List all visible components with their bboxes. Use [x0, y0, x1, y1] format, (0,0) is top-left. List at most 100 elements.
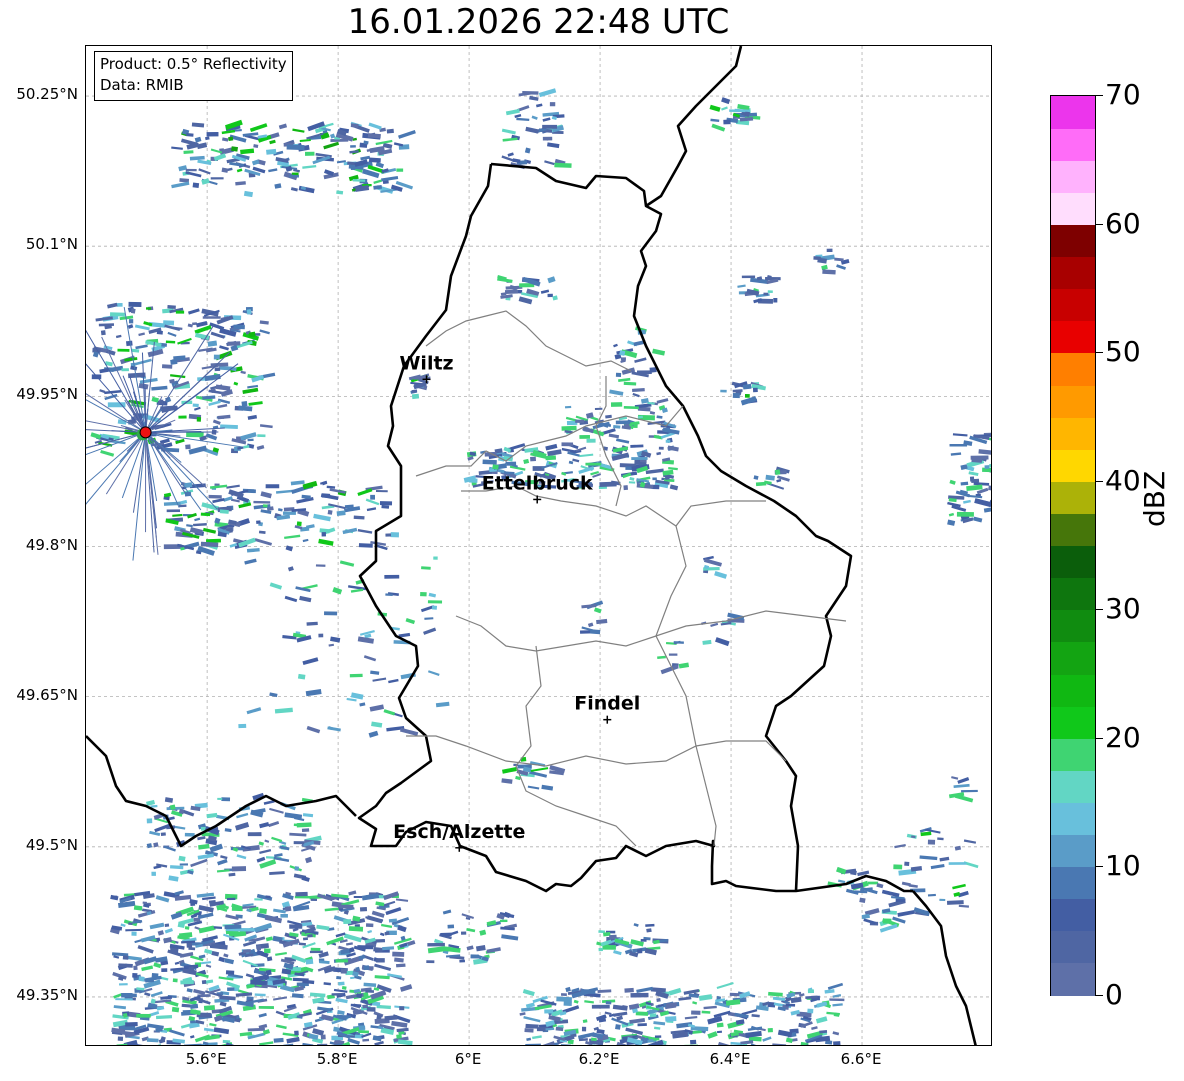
- echo-cell: [613, 425, 621, 429]
- echo-cell: [329, 488, 346, 494]
- colorbar-tick-label: 70: [1105, 78, 1141, 111]
- echo-cell: [646, 928, 652, 933]
- echo-cell: [525, 1023, 539, 1029]
- colorbar-segment: [1051, 417, 1095, 450]
- colorbar-segment: [1051, 898, 1095, 932]
- echo-cell: [175, 438, 185, 445]
- echo-cell: [216, 869, 230, 873]
- echo-cell: [586, 438, 596, 443]
- echo-cell: [768, 991, 783, 997]
- echo-cell: [258, 530, 266, 534]
- echo-cell: [350, 145, 356, 148]
- echo-cell: [552, 295, 558, 301]
- echo-cell: [919, 855, 938, 861]
- echo-cell: [501, 155, 514, 162]
- echo-cell: [662, 469, 674, 476]
- echo-cell: [616, 438, 630, 444]
- echo-cell: [619, 350, 626, 356]
- echo-cell: [765, 474, 775, 481]
- echo-cell: [135, 344, 148, 350]
- echo-cell: [538, 88, 557, 98]
- echo-cell: [732, 393, 740, 399]
- echo-cell: [236, 168, 243, 173]
- echo-cell: [366, 507, 377, 512]
- echo-cell: [139, 377, 158, 384]
- echo-cell: [772, 1043, 787, 1045]
- echo-cell: [246, 309, 252, 315]
- echo-cell: [289, 924, 303, 929]
- echo-cell: [318, 538, 334, 546]
- echo-cell: [861, 913, 871, 920]
- echo-cell: [737, 284, 746, 288]
- echo-cell: [525, 1043, 541, 1045]
- echo-cell: [385, 593, 393, 597]
- echo-cell: [186, 942, 193, 948]
- echo-cell: [265, 969, 272, 976]
- echo-cell: [120, 923, 126, 928]
- echo-cell: [113, 993, 123, 999]
- echo-cell: [751, 1014, 760, 1018]
- echo-cell: [973, 516, 983, 523]
- echo-cell: [186, 988, 193, 993]
- echo-cell: [374, 938, 386, 943]
- echo-cell: [716, 1022, 724, 1028]
- echo-cell: [549, 102, 556, 107]
- dbz-colorbar: [1050, 95, 1096, 996]
- echo-cell: [881, 889, 900, 898]
- echo-cell: [323, 141, 340, 150]
- echo-cell: [302, 813, 314, 818]
- echo-cell: [373, 179, 382, 184]
- colorbar-segment: [1051, 128, 1095, 161]
- echo-cell: [832, 1031, 840, 1036]
- echo-cell: [585, 462, 602, 466]
- echo-cell: [522, 90, 539, 95]
- colorbar-segment: [1051, 160, 1095, 193]
- echo-cell: [388, 678, 399, 684]
- canton-border: [655, 525, 717, 847]
- echo-cell: [151, 396, 159, 403]
- echo-cell: [427, 600, 443, 604]
- echo-cell: [561, 425, 577, 431]
- echo-cell: [302, 164, 317, 169]
- echo-cell: [268, 168, 278, 173]
- colorbar-tick-label: 20: [1105, 720, 1141, 754]
- echo-cell: [256, 520, 261, 524]
- echo-cell: [319, 960, 330, 965]
- echo-cell: [822, 269, 836, 275]
- echo-cell: [258, 1012, 267, 1018]
- echo-cell: [710, 118, 720, 123]
- echo-cell: [721, 97, 731, 105]
- echo-cell: [170, 865, 184, 870]
- echo-cell: [153, 962, 162, 969]
- colorbar-segment: [1051, 96, 1095, 129]
- map-frame[interactable]: Wiltz Ettelbruck Findel Esch/Alzette: [85, 45, 992, 1046]
- echo-cell: [313, 513, 331, 522]
- echo-cell: [692, 1001, 698, 1005]
- echo-cell: [348, 926, 364, 932]
- echo-cell: [545, 455, 557, 461]
- echo-cell: [233, 381, 239, 386]
- echo-cell: [275, 489, 295, 494]
- echo-cell: [302, 937, 309, 941]
- echo-cell: [259, 329, 270, 335]
- echo-cell: [645, 468, 664, 475]
- echo-cell: [348, 890, 357, 896]
- echo-cell: [668, 987, 682, 996]
- echo-cell: [324, 611, 338, 616]
- colorbar-tick-mark: [1096, 223, 1103, 225]
- echo-cell: [560, 993, 567, 996]
- echo-cell: [305, 958, 314, 965]
- echo-cell: [184, 832, 195, 837]
- echo-cell: [117, 348, 130, 352]
- echo-cell: [502, 137, 518, 142]
- echo-cell: [202, 527, 217, 534]
- echo-cell: [190, 1020, 196, 1024]
- echo-cell: [427, 670, 440, 676]
- echo-cell: [341, 985, 347, 990]
- echo-cell: [104, 389, 122, 395]
- echo-cell: [256, 945, 261, 951]
- echo-cell: [259, 908, 267, 914]
- echo-cell: [226, 484, 240, 489]
- echo-cell: [882, 918, 892, 924]
- colorbar-segment: [1051, 738, 1095, 771]
